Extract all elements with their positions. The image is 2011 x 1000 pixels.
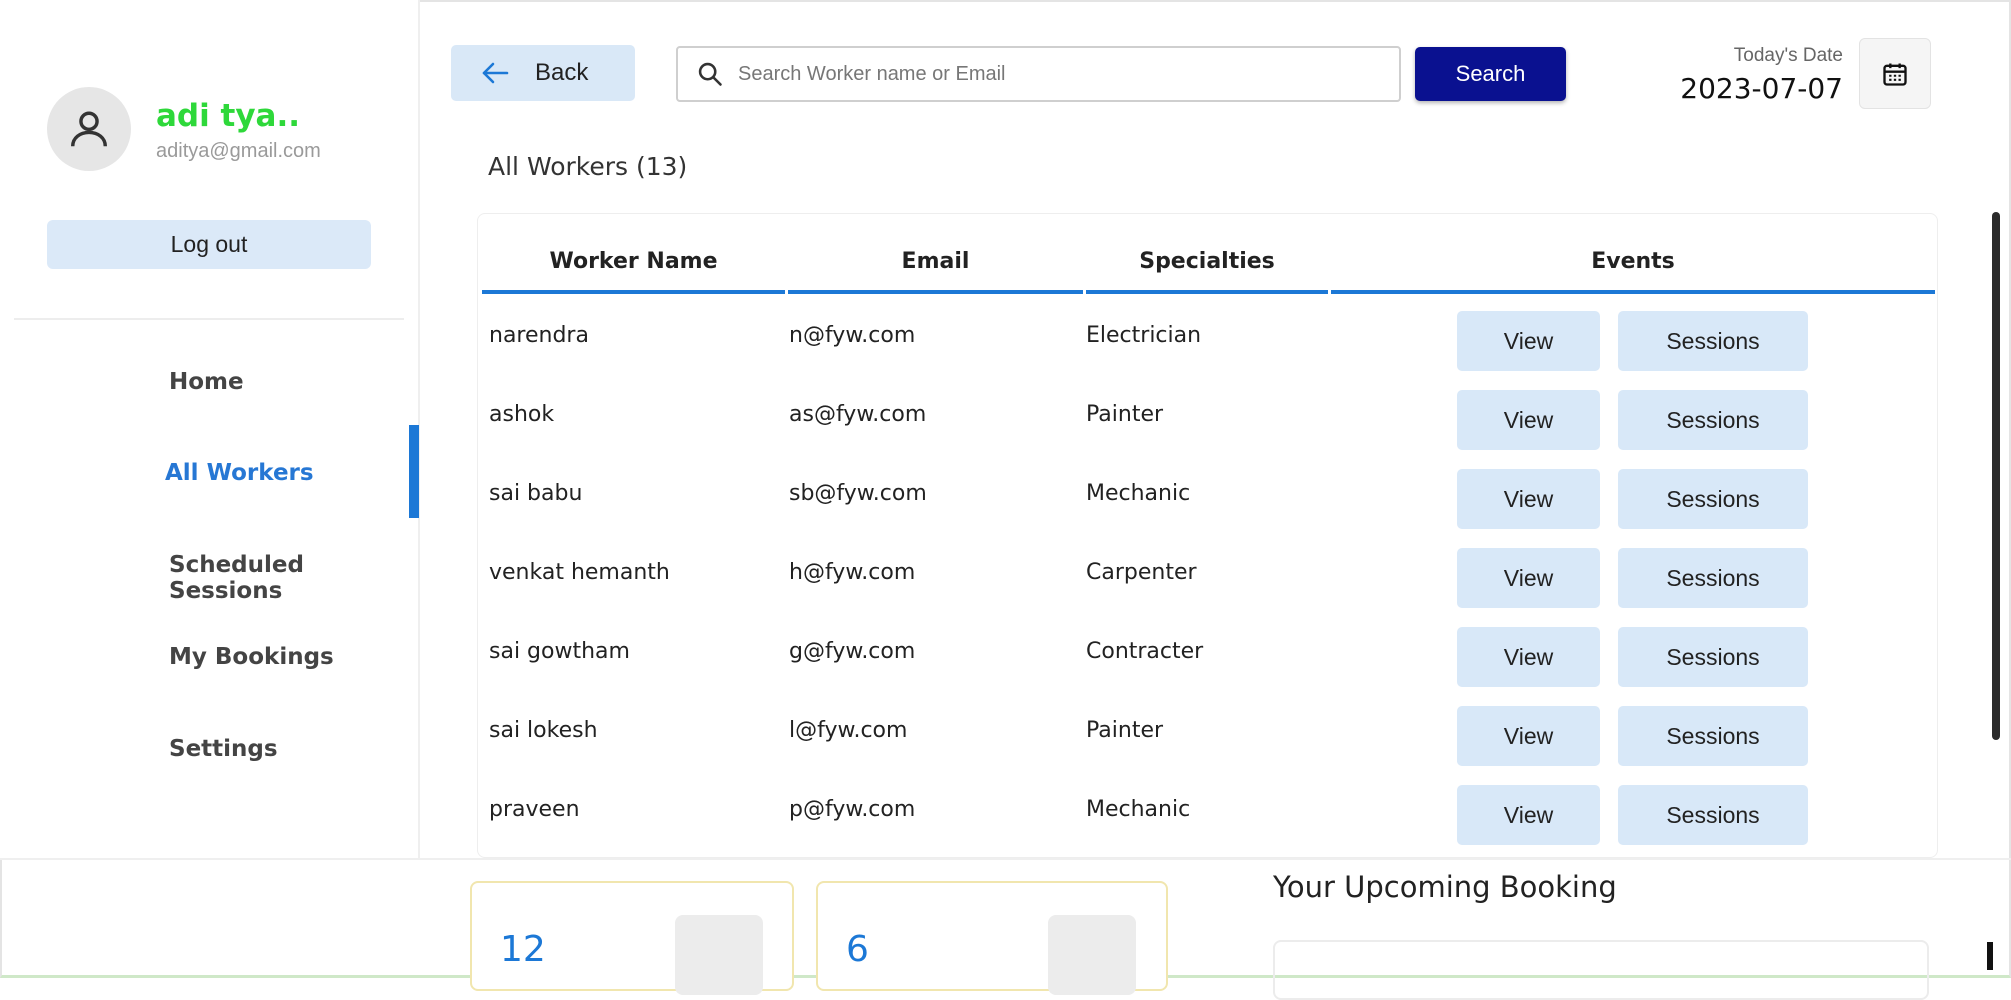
worker-name: venkat hemanth xyxy=(489,560,670,585)
sidebar-item-home[interactable]: Home xyxy=(169,369,244,395)
calendar-button[interactable] xyxy=(1859,38,1931,109)
worker-specialty: Carpenter xyxy=(1086,560,1197,585)
scrollbar[interactable] xyxy=(1992,212,2000,740)
table-row: venkat hemanth h@fyw.com Carpenter View … xyxy=(478,535,1937,614)
table-row: narendra n@fyw.com Electrician View Sess… xyxy=(478,298,1937,377)
user-icon xyxy=(70,111,108,147)
view-button[interactable]: View xyxy=(1457,785,1600,845)
worker-name: narendra xyxy=(489,323,589,348)
worker-specialty: Mechanic xyxy=(1086,797,1191,822)
user-name: adi tya.. xyxy=(156,98,301,134)
calendar-icon xyxy=(1883,63,1907,86)
worker-specialty: Mechanic xyxy=(1086,481,1191,506)
view-button[interactable]: View xyxy=(1457,311,1600,371)
upcoming-booking-title: Your Upcoming Booking xyxy=(1273,870,1617,904)
view-button[interactable]: View xyxy=(1457,706,1600,766)
table-row: sai gowtham g@fyw.com Contracter View Se… xyxy=(478,614,1937,693)
worker-email: h@fyw.com xyxy=(789,560,916,585)
active-nav-indicator xyxy=(409,425,419,518)
page-title: All Workers (13) xyxy=(488,152,688,181)
sidebar-item-my-bookings[interactable]: My Bookings xyxy=(169,644,334,670)
arrow-left-icon xyxy=(481,61,509,85)
date-value: 2023-07-07 xyxy=(1680,72,1843,105)
column-header-events: Events xyxy=(1331,234,1935,294)
worker-email: l@fyw.com xyxy=(789,718,908,743)
back-button[interactable]: Back xyxy=(451,45,635,101)
search-icon xyxy=(696,60,724,88)
table-row: ashok as@fyw.com Painter View Sessions xyxy=(478,377,1937,456)
avatar[interactable] xyxy=(47,87,131,171)
sessions-button[interactable]: Sessions xyxy=(1618,311,1808,371)
view-button[interactable]: View xyxy=(1457,390,1600,450)
worker-specialty: Contracter xyxy=(1086,639,1204,664)
table-row: sai babu sb@fyw.com Mechanic View Sessio… xyxy=(478,456,1937,535)
date-label: Today's Date xyxy=(1733,45,1843,66)
sessions-button[interactable]: Sessions xyxy=(1618,548,1808,608)
sessions-button[interactable]: Sessions xyxy=(1618,627,1808,687)
column-header-email: Email xyxy=(788,234,1083,294)
table-row: praveen p@fyw.com Mechanic View Sessions xyxy=(478,772,1937,851)
search-box xyxy=(676,46,1401,102)
worker-name: sai lokesh xyxy=(489,718,598,743)
table-row-partial xyxy=(478,851,1937,857)
view-button[interactable]: View xyxy=(1457,548,1600,608)
search-input[interactable] xyxy=(738,62,1378,86)
worker-specialty: Electrician xyxy=(1086,323,1202,348)
sidebar-divider xyxy=(14,318,404,320)
column-header-worker-name: Worker Name xyxy=(482,234,785,294)
logout-button[interactable]: Log out xyxy=(47,220,371,269)
stat-icon xyxy=(675,915,763,995)
view-button[interactable]: View xyxy=(1457,469,1600,529)
workers-table: Worker Name Email Specialties Events nar… xyxy=(477,213,1938,858)
worker-specialty: Painter xyxy=(1086,718,1164,743)
panel-divider xyxy=(0,858,2011,860)
view-button[interactable]: View xyxy=(1457,627,1600,687)
table-row: sai lokesh l@fyw.com Painter View Sessio… xyxy=(478,693,1937,772)
sidebar-item-all-workers[interactable]: All Workers xyxy=(165,460,314,486)
worker-name: sai babu xyxy=(489,481,583,506)
worker-name: praveen xyxy=(489,797,580,822)
worker-name: sai gowtham xyxy=(489,639,630,664)
sidebar: adi tya.. aditya@gmail.com Log out Home … xyxy=(0,0,420,858)
scrollbar-thumb[interactable] xyxy=(1987,942,1993,970)
sessions-button[interactable]: Sessions xyxy=(1618,785,1808,845)
sessions-button[interactable]: Sessions xyxy=(1618,706,1808,766)
sidebar-item-settings[interactable]: Settings xyxy=(169,736,278,762)
worker-email: g@fyw.com xyxy=(789,639,916,664)
stat-icon xyxy=(1048,915,1136,995)
worker-name: ashok xyxy=(489,402,555,427)
search-button[interactable]: Search xyxy=(1415,47,1566,101)
sessions-button[interactable]: Sessions xyxy=(1618,390,1808,450)
user-email: aditya@gmail.com xyxy=(156,140,321,162)
sidebar-item-scheduled-sessions[interactable]: Scheduled Sessions xyxy=(169,552,418,604)
worker-email: as@fyw.com xyxy=(789,402,927,427)
worker-email: n@fyw.com xyxy=(789,323,916,348)
column-header-specialties: Specialties xyxy=(1086,234,1328,294)
back-label: Back xyxy=(535,59,589,86)
worker-email: p@fyw.com xyxy=(789,797,916,822)
stat-value: 6 xyxy=(846,929,869,970)
stat-value: 12 xyxy=(500,929,546,970)
worker-specialty: Painter xyxy=(1086,402,1164,427)
sessions-button[interactable]: Sessions xyxy=(1618,469,1808,529)
stat-card[interactable]: 6 xyxy=(816,881,1168,995)
stat-card[interactable]: 12 xyxy=(470,881,794,995)
upcoming-booking-card[interactable] xyxy=(1273,940,1929,1000)
worker-email: sb@fyw.com xyxy=(789,481,927,506)
